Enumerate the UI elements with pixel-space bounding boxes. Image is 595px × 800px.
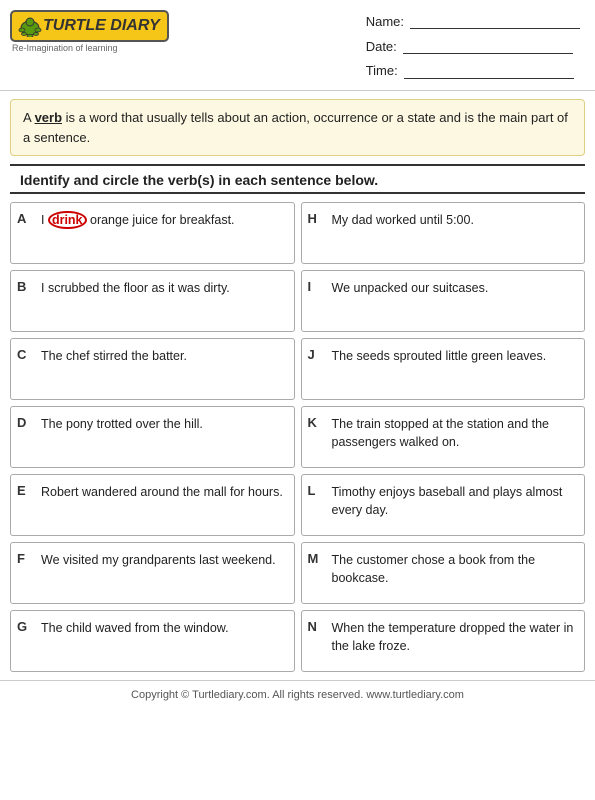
card-label-B: B xyxy=(17,279,35,294)
card-text-H: My dad worked until 5:00. xyxy=(332,211,474,229)
sentence-card-L: L Timothy enjoys baseball and plays almo… xyxy=(301,474,586,536)
sentence-card-C: C The chef stirred the batter. xyxy=(10,338,295,400)
card-text-L: Timothy enjoys baseball and plays almost… xyxy=(332,483,577,519)
time-label: Time: xyxy=(366,59,398,84)
date-row: Date: xyxy=(366,35,580,60)
card-label-L: L xyxy=(308,483,326,498)
turtle-icon xyxy=(17,15,43,37)
sentence-card-J: J The seeds sprouted little green leaves… xyxy=(301,338,586,400)
card-label-M: M xyxy=(308,551,326,566)
card-label-E: E xyxy=(17,483,35,498)
sentence-card-D: D The pony trotted over the hill. xyxy=(10,406,295,468)
definition-prefix: A xyxy=(23,110,35,125)
card-text-C: The chef stirred the batter. xyxy=(41,347,187,365)
name-row: Name: xyxy=(366,10,580,35)
card-label-C: C xyxy=(17,347,35,362)
logo-box: TURTLE DIARY xyxy=(10,10,169,42)
sentence-card-K: K The train stopped at the station and t… xyxy=(301,406,586,468)
sentence-card-H: H My dad worked until 5:00. xyxy=(301,202,586,264)
card-text-D: The pony trotted over the hill. xyxy=(41,415,203,433)
sentence-card-M: M The customer chose a book from the boo… xyxy=(301,542,586,604)
name-line xyxy=(410,15,580,29)
card-text-A: I drink orange juice for breakfast. xyxy=(41,211,235,229)
footer: Copyright © Turtlediary.com. All rights … xyxy=(0,680,595,706)
card-label-H: H xyxy=(308,211,326,226)
card-label-J: J xyxy=(308,347,326,362)
card-label-D: D xyxy=(17,415,35,430)
card-text-I: We unpacked our suitcases. xyxy=(332,279,489,297)
card-text-K: The train stopped at the station and the… xyxy=(332,415,577,451)
card-text-G: The child waved from the window. xyxy=(41,619,229,637)
card-label-F: F xyxy=(17,551,35,566)
sentence-card-F: F We visited my grandparents last weeken… xyxy=(10,542,295,604)
card-label-A: A xyxy=(17,211,35,226)
card-label-I: I xyxy=(308,279,326,294)
sentence-card-E: E Robert wandered around the mall for ho… xyxy=(10,474,295,536)
definition-box: A verb is a word that usually tells abou… xyxy=(10,99,585,156)
name-fields: Name: Date: Time: xyxy=(366,10,580,84)
card-label-K: K xyxy=(308,415,326,430)
circled-verb-A: drink xyxy=(48,211,87,229)
time-line xyxy=(404,65,574,79)
card-label-G: G xyxy=(17,619,35,634)
instruction-text: Identify and circle the verb(s) in each … xyxy=(10,164,585,194)
sentence-card-G: G The child waved from the window. xyxy=(10,610,295,672)
sentence-card-A: A I drink orange juice for breakfast. xyxy=(10,202,295,264)
time-row: Time: xyxy=(366,59,580,84)
sentence-card-I: I We unpacked our suitcases. xyxy=(301,270,586,332)
sentences-grid: A I drink orange juice for breakfast. H … xyxy=(0,202,595,672)
logo-tagline: Re-Imagination of learning xyxy=(12,43,118,53)
card-text-N: When the temperature dropped the water i… xyxy=(332,619,577,655)
date-line xyxy=(403,40,573,54)
definition-suffix: is a word that usually tells about an ac… xyxy=(23,110,568,145)
header: TURTLE DIARY Re-Imagination of learning … xyxy=(0,0,595,91)
date-label: Date: xyxy=(366,35,397,60)
definition-verb: verb xyxy=(35,110,62,125)
logo-text: TURTLE DIARY xyxy=(43,17,160,35)
card-label-N: N xyxy=(308,619,326,634)
logo-area: TURTLE DIARY Re-Imagination of learning xyxy=(10,10,169,53)
name-label: Name: xyxy=(366,10,404,35)
card-text-E: Robert wandered around the mall for hour… xyxy=(41,483,283,501)
sentence-card-B: B I scrubbed the floor as it was dirty. xyxy=(10,270,295,332)
sentence-card-N: N When the temperature dropped the water… xyxy=(301,610,586,672)
card-text-M: The customer chose a book from the bookc… xyxy=(332,551,577,587)
card-text-F: We visited my grandparents last weekend. xyxy=(41,551,276,569)
card-text-J: The seeds sprouted little green leaves. xyxy=(332,347,547,365)
card-text-B: I scrubbed the floor as it was dirty. xyxy=(41,279,230,297)
